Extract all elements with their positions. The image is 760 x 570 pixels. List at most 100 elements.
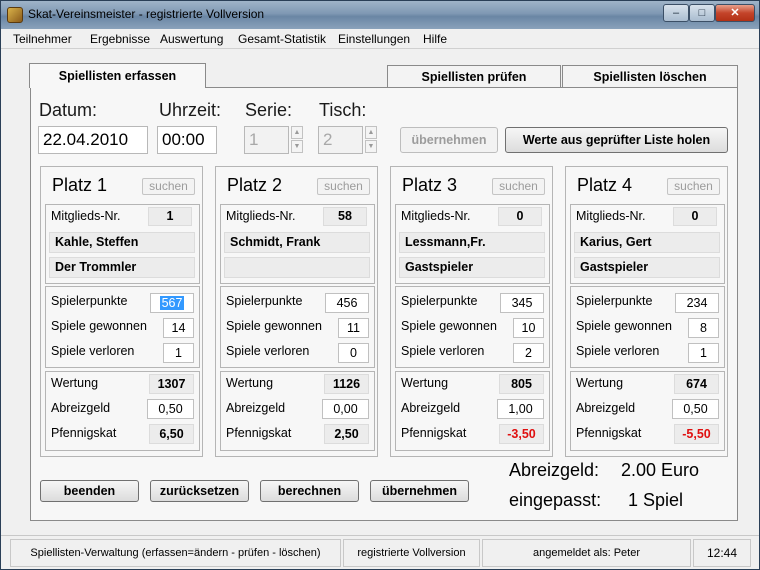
member-group: Mitglieds-Nr. 1 Kahle, Steffen Der Tromm… xyxy=(45,204,200,284)
menu-auswertung[interactable]: Auswertung xyxy=(160,32,223,46)
rating-value: 1126 xyxy=(324,374,369,394)
quit-button[interactable]: beenden xyxy=(40,480,139,502)
close-button[interactable]: ✕ xyxy=(715,4,755,22)
menu-teilnehmer[interactable]: Teilnehmer xyxy=(13,32,72,46)
rating-value: 674 xyxy=(674,374,719,394)
games-won-input[interactable]: 14 xyxy=(163,318,194,338)
place-4-panel: Platz 4 suchen Mitglieds-Nr. 0 Karius, G… xyxy=(565,166,728,457)
tab-spiellisten-erfassen[interactable]: Spiellisten erfassen xyxy=(29,63,206,88)
minimize-button[interactable]: – xyxy=(663,4,689,22)
summary-fit-value: 1 Spiel xyxy=(628,490,684,510)
games-won-input[interactable]: 10 xyxy=(513,318,544,338)
reset-button[interactable]: zurücksetzen xyxy=(150,480,249,502)
spin-up-icon[interactable]: ▲ xyxy=(291,126,303,139)
fee-input[interactable]: 1,00 xyxy=(497,399,544,419)
spin-down-icon[interactable]: ▼ xyxy=(291,140,303,153)
app-window: Skat-Vereinsmeister - registrierte Vollv… xyxy=(0,0,760,570)
points-group: Spielerpunkte 456 Spiele gewonnen 11 Spi… xyxy=(220,286,375,368)
points-group: Spielerpunkte 345 Spiele gewonnen 10 Spi… xyxy=(395,286,550,368)
search-button[interactable]: suchen xyxy=(142,178,195,195)
status-license: registrierte Vollversion xyxy=(343,539,480,567)
games-lost-input[interactable]: 0 xyxy=(338,343,369,363)
menu-einstellungen[interactable]: Einstellungen xyxy=(338,32,410,46)
menu-hilfe[interactable]: Hilfe xyxy=(423,32,447,46)
member-no-label: Mitglieds-Nr. xyxy=(576,209,646,223)
tab-spiellisten-loeschen[interactable]: Spiellisten löschen xyxy=(562,65,738,87)
games-lost-input[interactable]: 2 xyxy=(513,343,544,363)
fee-input[interactable]: 0,50 xyxy=(147,399,194,419)
maximize-button[interactable]: □ xyxy=(689,4,715,22)
member-no-label: Mitglieds-Nr. xyxy=(401,209,471,223)
member-no-value: 0 xyxy=(498,207,542,226)
fee-label: Abreizgeld xyxy=(576,401,636,415)
series-label: Serie: xyxy=(245,100,293,120)
points-group: Spielerpunkte 567 Spiele gewonnen 14 Spi… xyxy=(45,286,200,368)
spin-up-icon[interactable]: ▲ xyxy=(365,126,377,139)
player-points-value: 567 xyxy=(159,296,185,310)
menu-gesamt-statistik[interactable]: Gesamt-Statistik xyxy=(238,32,326,46)
search-button[interactable]: suchen xyxy=(317,178,370,195)
time-field[interactable]: 00:00 xyxy=(157,126,217,154)
player-club: Der Trommler xyxy=(49,257,195,278)
spin-down-icon[interactable]: ▼ xyxy=(365,140,377,153)
games-won-input[interactable]: 8 xyxy=(688,318,719,338)
apply-header-button[interactable]: übernehmen xyxy=(400,127,498,153)
place-title: Platz 4 xyxy=(577,175,633,195)
series-field[interactable]: 1 xyxy=(244,126,289,154)
table-field[interactable]: 2 xyxy=(318,126,363,154)
table-spinner[interactable]: ▲ ▼ xyxy=(365,126,377,154)
fee-input[interactable]: 0,00 xyxy=(322,399,369,419)
fee-input[interactable]: 0,50 xyxy=(672,399,719,419)
player-points-label: Spielerpunkte xyxy=(576,294,653,308)
fee-label: Abreizgeld xyxy=(226,401,286,415)
calculate-button[interactable]: berechnen xyxy=(260,480,359,502)
fetch-checked-list-button[interactable]: Werte aus geprüfter Liste holen xyxy=(505,127,728,153)
status-bar: Spiellisten-Verwaltung (erfassen=ändern … xyxy=(1,535,759,569)
points-group: Spielerpunkte 234 Spiele gewonnen 8 Spie… xyxy=(570,286,725,368)
result-group: Wertung 805 Abreizgeld 1,00 Pfennigskat … xyxy=(395,371,550,451)
pfennig-value: 6,50 xyxy=(149,424,194,444)
menu-ergebnisse[interactable]: Ergebnisse xyxy=(90,32,150,46)
search-button[interactable]: suchen xyxy=(492,178,545,195)
fee-label: Abreizgeld xyxy=(401,401,461,415)
apply-button[interactable]: übernehmen xyxy=(370,480,469,502)
status-mode: Spiellisten-Verwaltung (erfassen=ändern … xyxy=(10,539,341,567)
rating-label: Wertung xyxy=(576,376,624,390)
games-lost-label: Spiele verloren xyxy=(226,344,310,358)
result-group: Wertung 1307 Abreizgeld 0,50 Pfennigskat… xyxy=(45,371,200,451)
pfennig-label: Pfennigskat xyxy=(576,426,642,440)
games-won-label: Spiele gewonnen xyxy=(576,319,672,333)
pfennig-label: Pfennigskat xyxy=(51,426,117,440)
table-label: Tisch: xyxy=(319,100,367,120)
player-points-input[interactable]: 456 xyxy=(325,293,369,313)
player-points-input[interactable]: 567 xyxy=(150,293,194,313)
rating-label: Wertung xyxy=(401,376,449,390)
result-group: Wertung 1126 Abreizgeld 0,00 Pfennigskat… xyxy=(220,371,375,451)
search-button[interactable]: suchen xyxy=(667,178,720,195)
member-no-value: 58 xyxy=(323,207,367,226)
rating-value: 1307 xyxy=(149,374,194,394)
place-3-panel: Platz 3 suchen Mitglieds-Nr. 0 Lessmann,… xyxy=(390,166,553,457)
games-lost-input[interactable]: 1 xyxy=(163,343,194,363)
date-label: Datum: xyxy=(39,100,98,120)
member-no-label: Mitglieds-Nr. xyxy=(226,209,296,223)
status-user: angemeldet als: Peter xyxy=(482,539,691,567)
pfennig-value: -5,50 xyxy=(674,424,719,444)
time-label: Uhrzeit: xyxy=(159,100,222,120)
member-no-label: Mitglieds-Nr. xyxy=(51,209,121,223)
games-won-label: Spiele gewonnen xyxy=(51,319,147,333)
games-won-input[interactable]: 11 xyxy=(338,318,369,338)
member-no-value: 1 xyxy=(148,207,192,226)
games-lost-input[interactable]: 1 xyxy=(688,343,719,363)
series-spinner[interactable]: ▲ ▼ xyxy=(291,126,303,154)
tab-spiellisten-pruefen[interactable]: Spiellisten prüfen xyxy=(387,65,561,87)
summary-fee-label: Abreizgeld: xyxy=(509,460,600,480)
title-bar[interactable]: Skat-Vereinsmeister - registrierte Vollv… xyxy=(1,1,759,29)
place-title: Platz 1 xyxy=(52,175,108,195)
games-lost-label: Spiele verloren xyxy=(401,344,485,358)
place-title: Platz 3 xyxy=(402,175,458,195)
date-field[interactable]: 22.04.2010 xyxy=(38,126,148,154)
member-group: Mitglieds-Nr. 0 Karius, Gert Gastspieler xyxy=(570,204,725,284)
player-points-input[interactable]: 234 xyxy=(675,293,719,313)
player-points-input[interactable]: 345 xyxy=(500,293,544,313)
